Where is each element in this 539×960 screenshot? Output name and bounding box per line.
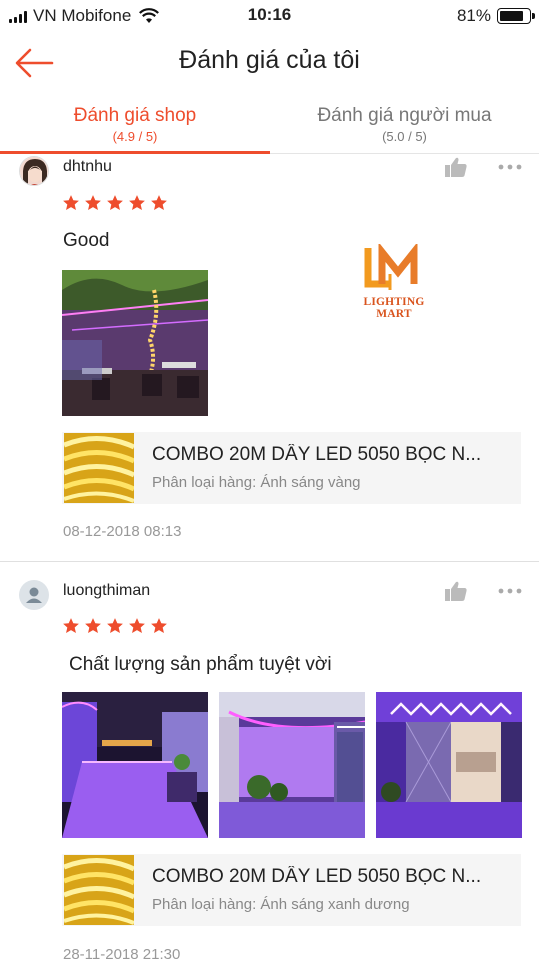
review-item: dhtnhu Good LIGHTING MART COMBO 20M DÂY … bbox=[0, 154, 539, 561]
app-header: Đánh giá của tôi bbox=[0, 32, 539, 94]
product-card[interactable]: COMBO 20M DÂY LED 5050 BỌC N... Phân loạ… bbox=[62, 854, 521, 926]
star-icon bbox=[85, 195, 101, 210]
status-bar: VN Mobifone 10:16 81% bbox=[0, 0, 539, 32]
avatar[interactable] bbox=[19, 580, 49, 610]
star-icon bbox=[151, 195, 167, 210]
review-comment: Good bbox=[63, 230, 110, 251]
review-date: 28-11-2018 21:30 bbox=[63, 946, 181, 960]
star-icon bbox=[151, 618, 167, 633]
review-photo[interactable] bbox=[376, 692, 522, 838]
product-thumbnail bbox=[64, 855, 134, 925]
star-icon bbox=[85, 618, 101, 633]
review-photo[interactable] bbox=[219, 692, 365, 838]
tab-shop-reviews[interactable]: Đánh giá shop (4.9 / 5) bbox=[0, 100, 270, 154]
tab-buyer-reviews[interactable]: Đánh giá người mua (5.0 / 5) bbox=[270, 100, 539, 154]
tab-label: Đánh giá người mua bbox=[317, 105, 492, 126]
star-icon bbox=[129, 195, 145, 210]
reviewer-username: dhtnhu bbox=[63, 158, 112, 175]
tab-bar: Đánh giá shop (4.9 / 5) Đánh giá người m… bbox=[0, 100, 539, 154]
star-icon bbox=[63, 195, 79, 210]
battery-percent: 81% bbox=[456, 6, 491, 25]
tab-rating: (5.0 / 5) bbox=[382, 129, 427, 144]
review-comment: Chất lượng sản phẩm tuyệt vời bbox=[69, 654, 332, 675]
thumbs-up-icon[interactable] bbox=[444, 156, 468, 178]
lighting-mart-logo: LIGHTING MART bbox=[346, 242, 442, 320]
battery-icon bbox=[497, 8, 535, 24]
product-variant: Phân loại hàng: Ánh sáng xanh dương bbox=[152, 896, 410, 913]
reviewer-username: luongthiman bbox=[63, 582, 151, 599]
page-title: Đánh giá của tôi bbox=[179, 46, 360, 74]
product-name: COMBO 20M DÂY LED 5050 BỌC N... bbox=[152, 444, 482, 465]
review-item: luongthiman Chất lượng sản phẩm tuyệt vờ… bbox=[0, 562, 539, 960]
product-variant: Phân loại hàng: Ánh sáng vàng bbox=[152, 474, 361, 491]
star-icon bbox=[107, 195, 123, 210]
review-date: 08-12-2018 08:13 bbox=[63, 523, 182, 540]
more-options-icon[interactable] bbox=[497, 163, 523, 171]
thumbs-up-icon[interactable] bbox=[444, 580, 468, 602]
tab-rating: (4.9 / 5) bbox=[112, 129, 158, 144]
product-card[interactable]: COMBO 20M DÂY LED 5050 BỌC N... Phân loạ… bbox=[62, 432, 521, 504]
star-rating bbox=[62, 617, 168, 635]
product-thumbnail bbox=[64, 433, 134, 503]
star-icon bbox=[129, 618, 145, 633]
star-rating bbox=[62, 194, 168, 212]
product-name: COMBO 20M DÂY LED 5050 BỌC N... bbox=[152, 866, 482, 887]
review-photo[interactable] bbox=[62, 692, 208, 838]
star-icon bbox=[63, 618, 79, 633]
logo-text: LIGHTING MART bbox=[363, 296, 425, 320]
review-photo[interactable] bbox=[62, 270, 208, 416]
tab-label: Đánh giá shop bbox=[73, 105, 197, 126]
more-options-icon[interactable] bbox=[497, 587, 523, 595]
star-icon bbox=[107, 618, 123, 633]
avatar[interactable] bbox=[19, 156, 49, 186]
